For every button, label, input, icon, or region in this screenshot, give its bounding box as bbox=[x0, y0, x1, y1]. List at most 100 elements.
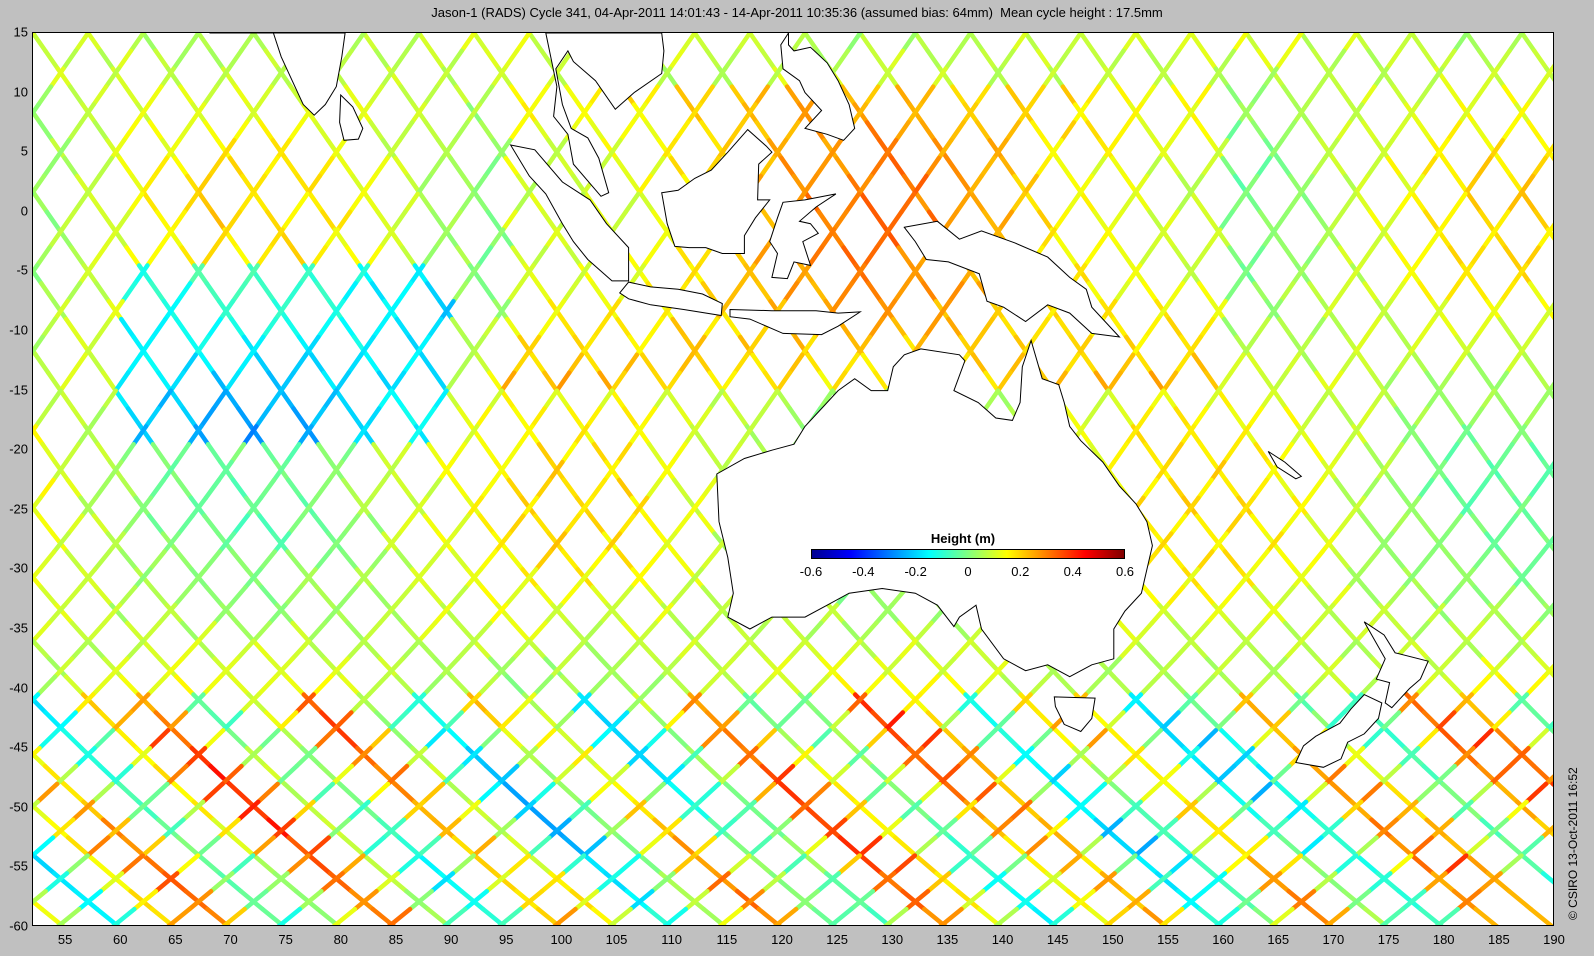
track-segment bbox=[890, 674, 913, 697]
track-segment bbox=[1056, 316, 1074, 340]
track-segment bbox=[339, 674, 362, 697]
track-segment bbox=[1245, 191, 1263, 215]
track-segment bbox=[675, 245, 693, 268]
track-segment bbox=[859, 191, 877, 215]
track-segment bbox=[725, 674, 748, 697]
track-segment bbox=[208, 48, 226, 72]
track-segment bbox=[1081, 352, 1099, 375]
track-segment bbox=[502, 728, 526, 751]
track-segment bbox=[1412, 352, 1430, 375]
track-segment bbox=[227, 781, 252, 805]
track-segment bbox=[395, 549, 415, 572]
track-segment bbox=[968, 33, 986, 54]
track-segment bbox=[425, 281, 442, 304]
track-segment bbox=[535, 281, 553, 304]
track-segment bbox=[778, 781, 803, 805]
track-segment bbox=[205, 441, 223, 465]
track-segment bbox=[1277, 316, 1294, 340]
track-segment bbox=[396, 477, 414, 501]
track-segment bbox=[816, 209, 834, 232]
track-segment bbox=[223, 388, 241, 411]
track-segment bbox=[1409, 33, 1427, 54]
track-segment bbox=[835, 674, 858, 697]
track-segment bbox=[124, 245, 142, 268]
track-segment bbox=[263, 48, 281, 72]
track-segment bbox=[211, 370, 229, 393]
track-segment bbox=[1527, 281, 1545, 304]
track-segment bbox=[527, 33, 544, 54]
track-segment bbox=[1307, 281, 1325, 304]
track-segment bbox=[251, 33, 269, 54]
track-segment bbox=[174, 316, 192, 340]
track-segment bbox=[1060, 84, 1078, 107]
track-segment bbox=[125, 406, 143, 429]
track-segment bbox=[259, 281, 277, 304]
track-segment bbox=[1141, 281, 1159, 304]
track-segment bbox=[61, 781, 86, 805]
track-segment bbox=[943, 728, 967, 751]
track-segment bbox=[143, 352, 161, 375]
track-segment bbox=[1115, 84, 1133, 107]
track-segment bbox=[616, 549, 636, 572]
plot-title: Jason-1 (RADS) Cycle 341, 04-Apr-2011 14… bbox=[431, 5, 1163, 20]
track-segment bbox=[1451, 888, 1478, 912]
map-plot-area[interactable]: Height (m) -0.6 -0.4 -0.2 0 0.2 0.4 0.6 bbox=[32, 32, 1554, 926]
track-segment bbox=[590, 281, 608, 304]
track-segment bbox=[1444, 835, 1470, 858]
track-segment bbox=[284, 316, 302, 340]
track-segment bbox=[284, 674, 307, 697]
track-segment bbox=[1133, 33, 1151, 54]
track-segment bbox=[39, 281, 56, 304]
track-segment bbox=[1384, 728, 1408, 751]
track-segment bbox=[1228, 406, 1246, 429]
track-segment bbox=[266, 370, 284, 393]
track-segment bbox=[345, 245, 362, 268]
track-segment bbox=[944, 155, 962, 179]
track-segment bbox=[340, 549, 360, 572]
track-segment bbox=[566, 620, 587, 644]
track-segment bbox=[1253, 441, 1271, 465]
track-segment bbox=[40, 441, 58, 465]
track-segment bbox=[692, 33, 710, 54]
track-segment bbox=[1018, 799, 1043, 822]
track-segment bbox=[1497, 316, 1515, 340]
track-segment bbox=[447, 781, 472, 805]
track-segment bbox=[175, 477, 194, 501]
track-segment bbox=[790, 888, 817, 912]
track-segment bbox=[346, 406, 364, 429]
track-segment bbox=[1191, 352, 1209, 375]
track-segment bbox=[196, 853, 222, 876]
track-segment bbox=[1271, 388, 1289, 411]
track-segment bbox=[725, 316, 743, 340]
track-segment bbox=[251, 853, 278, 876]
track-segment bbox=[833, 781, 858, 805]
track-segment bbox=[176, 835, 202, 858]
track-segment bbox=[142, 191, 160, 215]
track-segment bbox=[422, 513, 442, 536]
track-segment bbox=[98, 48, 116, 72]
track-segment bbox=[889, 781, 913, 805]
track-segment bbox=[286, 835, 312, 858]
track-segment bbox=[227, 155, 245, 179]
track-segment bbox=[306, 853, 333, 876]
track-segment bbox=[1409, 638, 1431, 662]
track-segment bbox=[1494, 728, 1518, 751]
track-segment bbox=[33, 352, 51, 375]
track-segment bbox=[1504, 406, 1522, 429]
track-segment bbox=[44, 209, 62, 232]
track-segment bbox=[805, 352, 823, 375]
track-segment bbox=[742, 799, 768, 822]
track-segment bbox=[787, 406, 805, 429]
track-segment bbox=[1065, 888, 1092, 912]
track-segment bbox=[1023, 853, 1050, 876]
track-segment bbox=[1055, 155, 1072, 179]
track-segment bbox=[282, 781, 307, 805]
track-segment bbox=[1396, 888, 1423, 912]
track-segment bbox=[356, 799, 382, 822]
track-segment bbox=[374, 48, 391, 72]
track-segment bbox=[503, 155, 521, 179]
track-segment bbox=[301, 799, 327, 822]
track-segment bbox=[235, 620, 256, 644]
track-segment bbox=[58, 388, 76, 411]
track-segment bbox=[632, 799, 657, 822]
